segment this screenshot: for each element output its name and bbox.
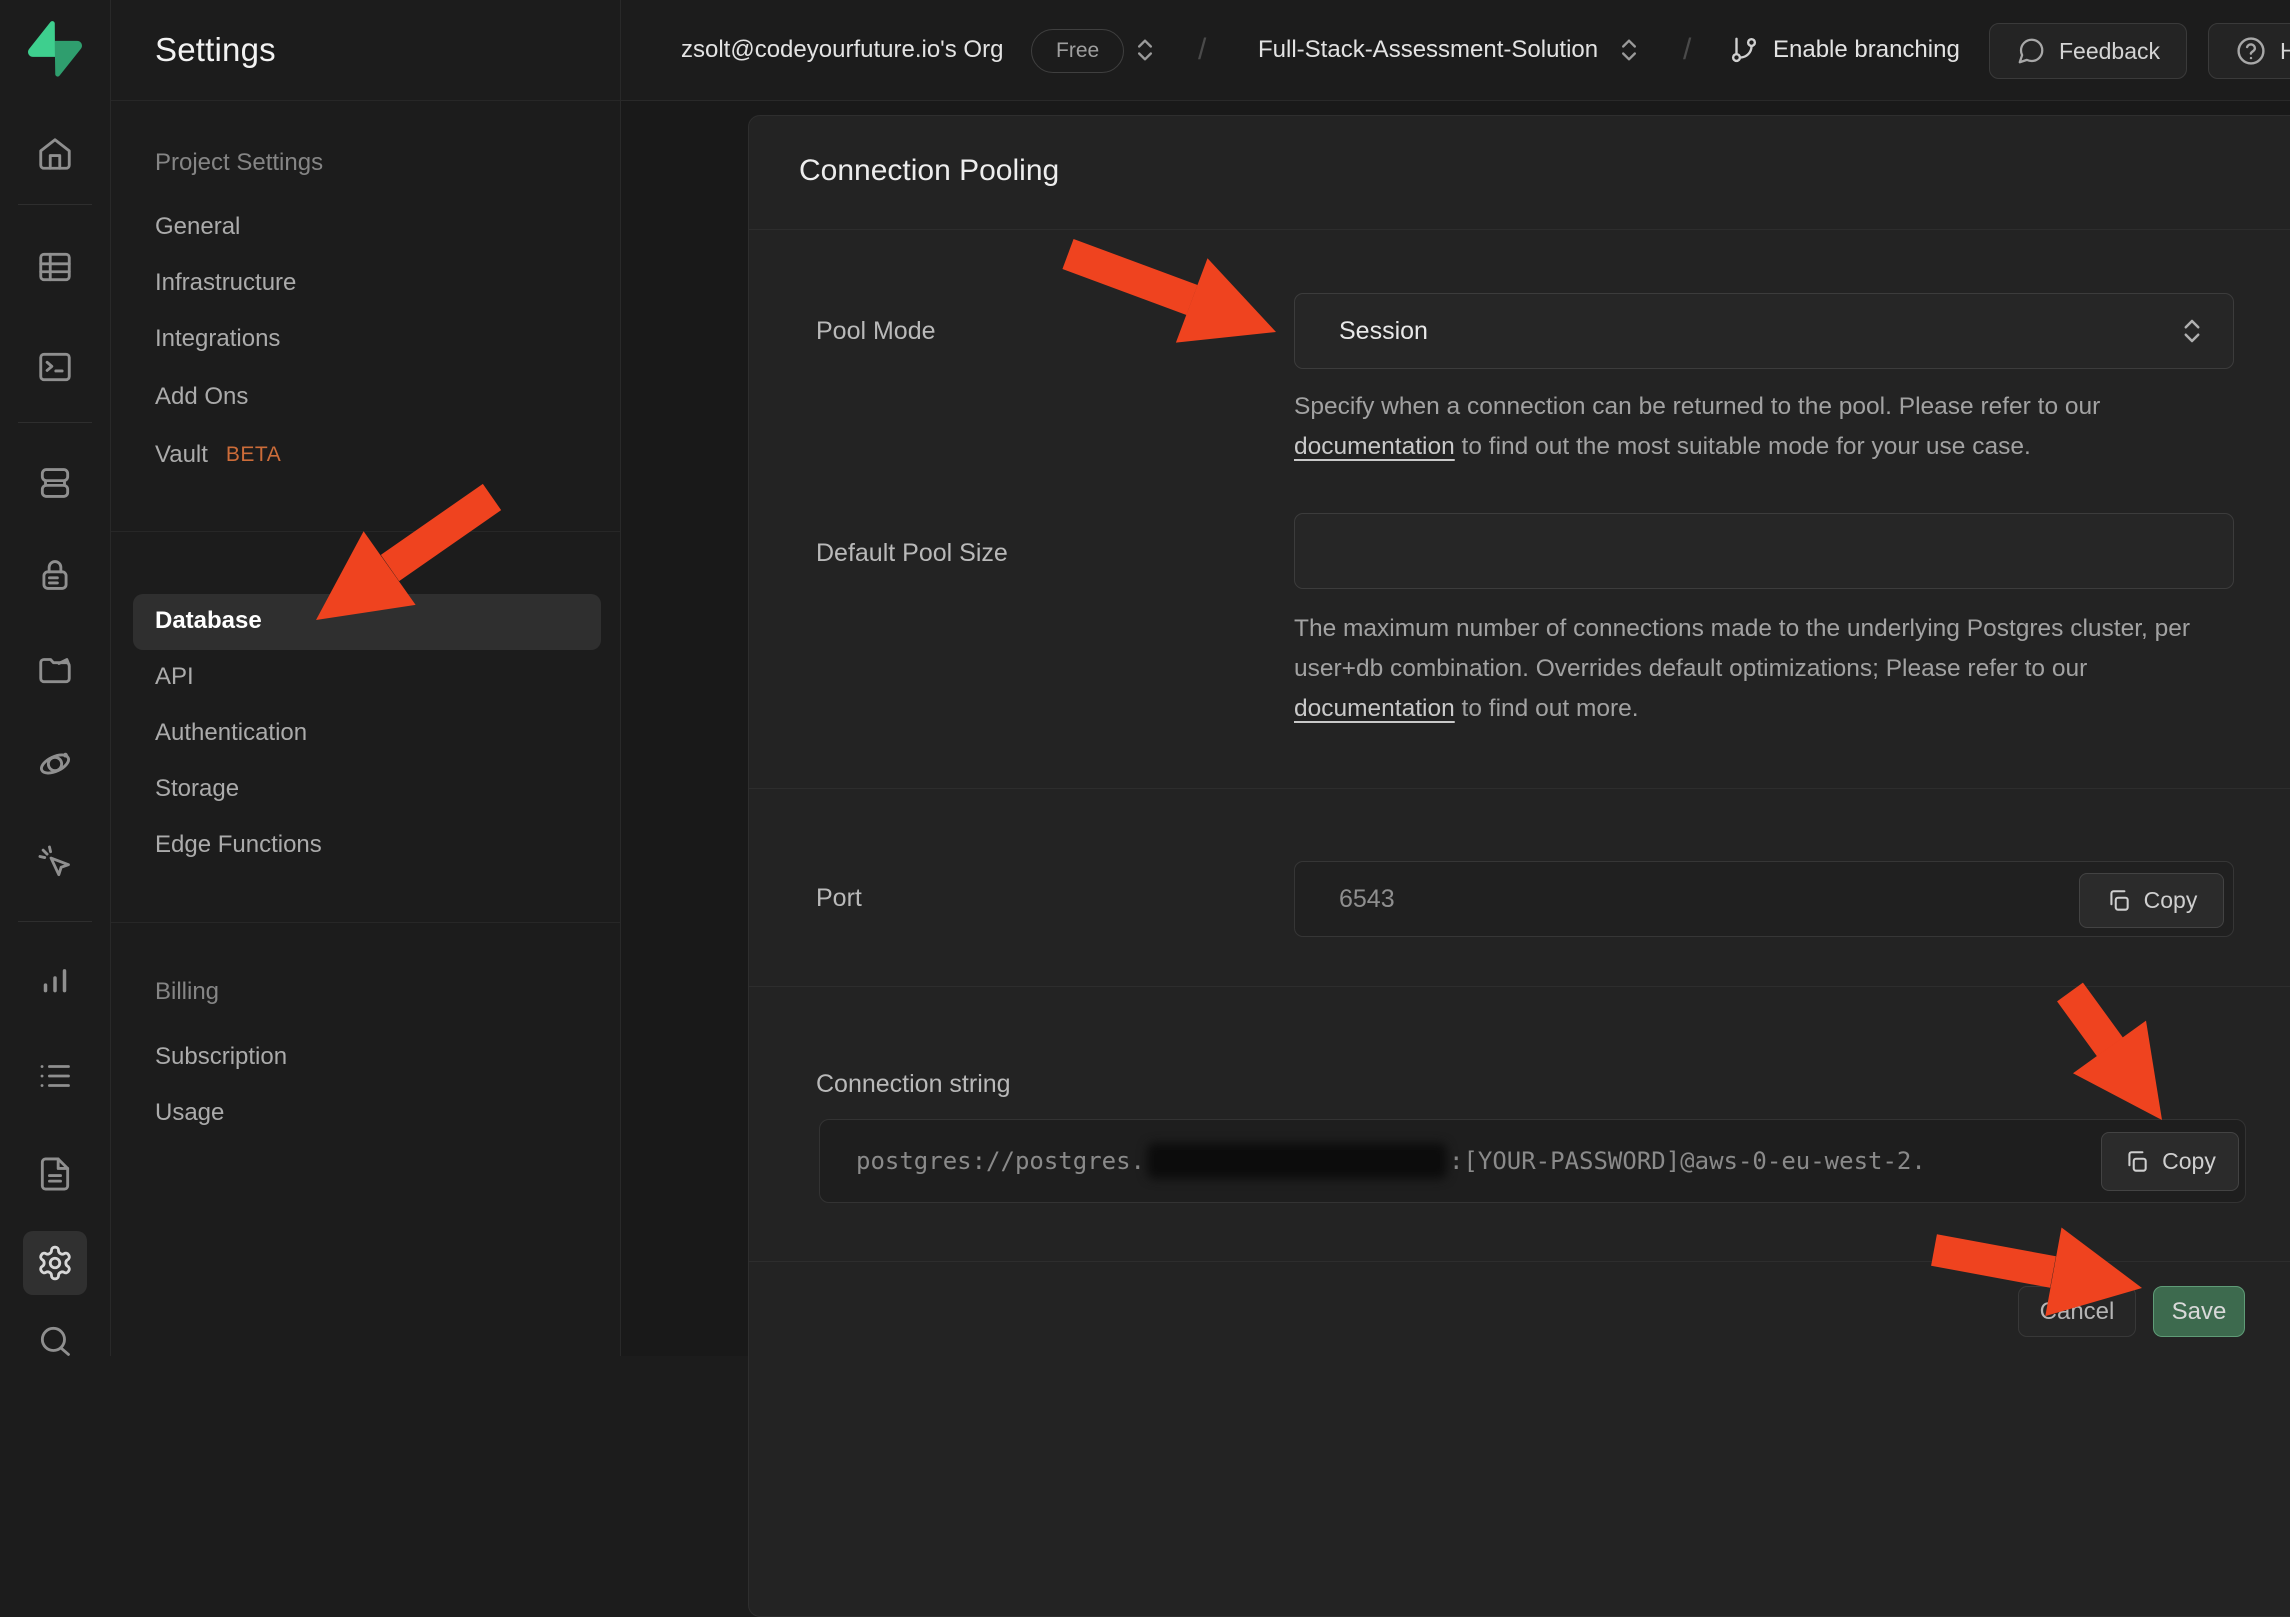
divider (749, 788, 2290, 789)
connection-string-label: Connection string (816, 1064, 1011, 1104)
project-switcher[interactable] (1615, 0, 1643, 100)
sidebar-item-database[interactable]: Database (155, 593, 262, 649)
sidebar-item-general[interactable]: General (155, 199, 240, 255)
beta-badge: BETA (226, 443, 281, 467)
org-breadcrumb[interactable]: zsolt@codeyourfuture.io's Org (681, 0, 1003, 100)
sidebar-item-authentication[interactable]: Authentication (155, 705, 307, 761)
connection-string-box: postgres://postgres. :[YOUR-PASSWORD]@aws… (819, 1119, 2246, 1203)
sidebar-item-infrastructure[interactable]: Infrastructure (155, 255, 296, 311)
realtime-orbit-icon (36, 745, 74, 783)
nav-settings-button[interactable] (23, 1231, 87, 1295)
rail-divider (18, 422, 92, 423)
nav-advisors-button[interactable] (23, 830, 87, 894)
port-value: 6543 (1339, 885, 1395, 914)
section-title: Connection Pooling (799, 154, 1059, 188)
home-icon (36, 135, 74, 173)
help-button[interactable]: Help (2208, 23, 2290, 79)
main-content: Connection Pooling Pool Mode Session Spe… (621, 101, 2290, 1356)
redacted-blur (1147, 1143, 1447, 1179)
nav-database-button[interactable] (23, 451, 87, 515)
pool-mode-value: Session (1339, 317, 1428, 346)
connection-pooling-card: Connection Pooling Pool Mode Session Spe… (748, 115, 2290, 1617)
top-bar: zsolt@codeyourfuture.io's Org Free / Ful… (621, 0, 2290, 101)
nav-table-editor-button[interactable] (23, 235, 87, 299)
divider (111, 100, 620, 101)
nav-home-button[interactable] (23, 122, 87, 186)
nav-reports-button[interactable] (23, 946, 87, 1010)
sidebar-item-storage[interactable]: Storage (155, 761, 239, 817)
copy-icon (2124, 1149, 2150, 1175)
connection-string-copy-button[interactable]: Copy (2101, 1132, 2239, 1191)
table-editor-icon (36, 248, 74, 286)
breadcrumb-separator: / (1198, 0, 1206, 100)
connection-string-suffix: :[YOUR-PASSWORD]@aws-0-eu-west-2. (1449, 1147, 1926, 1175)
pool-mode-select[interactable]: Session (1294, 293, 2234, 369)
storage-folder-icon (36, 650, 74, 688)
page-title: Settings (155, 0, 276, 100)
api-docs-file-icon (36, 1155, 74, 1193)
nav-search-button[interactable] (23, 1309, 87, 1373)
copy-icon (2106, 888, 2132, 914)
nav-logs-button[interactable] (23, 1044, 87, 1108)
nav-realtime-button[interactable] (23, 732, 87, 796)
connection-string-prefix: postgres://postgres. (856, 1147, 1145, 1175)
default-pool-size-input[interactable] (1294, 513, 2234, 589)
chevrons-up-down-icon (2177, 316, 2207, 346)
cancel-button[interactable]: Cancel (2018, 1286, 2136, 1337)
documentation-link[interactable]: documentation (1294, 433, 1455, 460)
pool-mode-label: Pool Mode (816, 311, 936, 351)
org-switcher[interactable] (1131, 0, 1159, 100)
plan-badge: Free (1031, 29, 1124, 73)
rail-divider (18, 204, 92, 205)
sidebar-item-usage[interactable]: Usage (155, 1085, 224, 1141)
sidebar-item-subscription[interactable]: Subscription (155, 1029, 287, 1085)
nav-sql-editor-button[interactable] (23, 335, 87, 399)
default-pool-size-help: The maximum number of connections made t… (1294, 609, 2254, 729)
git-branch-icon (1729, 35, 1759, 65)
sql-editor-icon (36, 348, 74, 386)
rail-divider (18, 921, 92, 922)
pool-mode-help: Specify when a connection can be returne… (1294, 387, 2254, 467)
speech-bubble-icon (2016, 36, 2046, 66)
port-copy-button[interactable]: Copy (2079, 873, 2224, 928)
database-icon (36, 464, 74, 502)
advisors-pointer-icon (36, 843, 74, 881)
divider (749, 986, 2290, 987)
sidebar-item-api[interactable]: API (155, 649, 194, 705)
search-icon (36, 1322, 74, 1360)
help-circle-icon (2235, 35, 2267, 67)
logs-list-icon (36, 1057, 74, 1095)
divider (749, 229, 2290, 230)
icon-rail (0, 0, 111, 1356)
nav-storage-button[interactable] (23, 637, 87, 701)
supabase-bolt-icon (55, 41, 82, 77)
auth-lock-icon (36, 556, 74, 594)
sidebar-item-edge-functions[interactable]: Edge Functions (155, 817, 322, 873)
chevrons-up-down-icon (1131, 36, 1159, 64)
nav-auth-button[interactable] (23, 543, 87, 607)
footer-divider (749, 1261, 2290, 1262)
branch-icon-wrap (1729, 0, 1759, 100)
chevrons-up-down-icon (1615, 36, 1643, 64)
default-pool-size-label: Default Pool Size (816, 533, 1008, 573)
supabase-logo[interactable] (28, 21, 82, 77)
save-button[interactable]: Save (2153, 1286, 2245, 1337)
nav-api-docs-button[interactable] (23, 1142, 87, 1206)
divider (111, 531, 620, 532)
enable-branching-button[interactable]: Enable branching (1773, 0, 1960, 100)
settings-sidebar: Settings Project Settings General Infras… (111, 0, 621, 1356)
settings-gear-icon (36, 1244, 74, 1282)
sidebar-heading-billing: Billing (155, 964, 219, 1020)
breadcrumb-separator: / (1683, 0, 1691, 100)
sidebar-heading-project-settings: Project Settings (155, 135, 323, 191)
reports-chart-icon (36, 959, 74, 997)
feedback-button[interactable]: Feedback (1989, 23, 2187, 79)
sidebar-item-add-ons[interactable]: Add Ons (155, 369, 248, 425)
sidebar-item-vault[interactable]: Vault BETA (155, 427, 281, 483)
sidebar-item-integrations[interactable]: Integrations (155, 311, 280, 367)
project-breadcrumb[interactable]: Full-Stack-Assessment-Solution (1258, 0, 1598, 100)
divider (111, 922, 620, 923)
port-label: Port (816, 878, 862, 918)
documentation-link[interactable]: documentation (1294, 695, 1455, 722)
